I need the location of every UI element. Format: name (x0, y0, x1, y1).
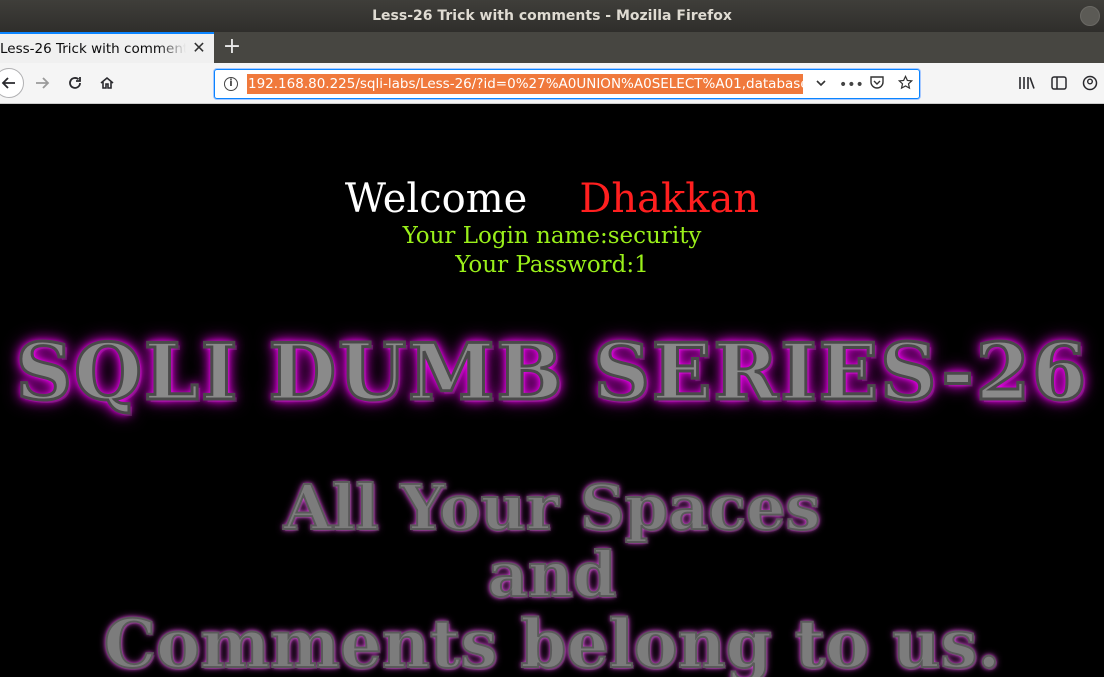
navigation-toolbar: i 192.168.80.225/sqli-labs/Less-26/?id=0… (0, 63, 1104, 104)
window-title: Less-26 Trick with comments - Mozilla Fi… (372, 8, 732, 24)
page-content: Welcome Dhakkan Your Login name:security … (0, 105, 1104, 677)
page-actions-icon[interactable]: ••• (839, 75, 864, 95)
window-control-button[interactable] (1080, 6, 1100, 26)
welcome-heading: Welcome Dhakkan (0, 176, 1104, 222)
account-button[interactable] (1076, 69, 1104, 97)
home-button[interactable] (93, 69, 121, 97)
welcome-text: Welcome (344, 176, 528, 222)
login-name-text: Your Login name:security (402, 223, 702, 249)
new-tab-button[interactable]: + (220, 35, 244, 59)
banner-line-1: All Your Spaces (283, 470, 822, 545)
banner-line-3: Comments belong to us. (103, 604, 1002, 677)
password-text: Your Password:1 (455, 252, 649, 278)
window-titlebar: Less-26 Trick with comments - Mozilla Fi… (0, 0, 1104, 32)
reload-icon (69, 77, 81, 89)
url-bar[interactable]: i 192.168.80.225/sqli-labs/Less-26/?id=0… (214, 69, 920, 99)
arrow-left-icon (1, 77, 15, 89)
back-button[interactable] (0, 68, 24, 98)
account-icon (1082, 75, 1098, 91)
home-icon (100, 76, 114, 89)
library-button[interactable] (1013, 69, 1041, 97)
url-text[interactable]: 192.168.80.225/sqli-labs/Less-26/?id=0%2… (247, 74, 803, 94)
sidebar-icon (1051, 76, 1067, 90)
reload-button[interactable] (61, 69, 89, 97)
close-icon[interactable]: ✕ (191, 40, 207, 56)
bookmark-star-icon[interactable] (895, 74, 915, 95)
tab-active[interactable]: Less-26 Trick with comments ✕ (0, 32, 214, 63)
arrow-right-icon (36, 77, 50, 89)
user-name: Dhakkan (579, 176, 760, 222)
chevron-down-icon[interactable] (811, 75, 831, 95)
series-banner-title: SQLI DUMB SERIES-26 (14, 326, 1089, 420)
library-icon (1019, 77, 1035, 89)
forward-button[interactable] (28, 69, 56, 97)
info-icon[interactable]: i (224, 77, 238, 91)
sidebar-button[interactable] (1045, 69, 1073, 97)
pocket-icon[interactable] (867, 75, 887, 95)
tab-title: Less-26 Trick with comments (0, 40, 186, 57)
banner-line-2: and (487, 537, 618, 612)
tab-bar: Less-26 Trick with comments ✕ + (0, 32, 1104, 63)
